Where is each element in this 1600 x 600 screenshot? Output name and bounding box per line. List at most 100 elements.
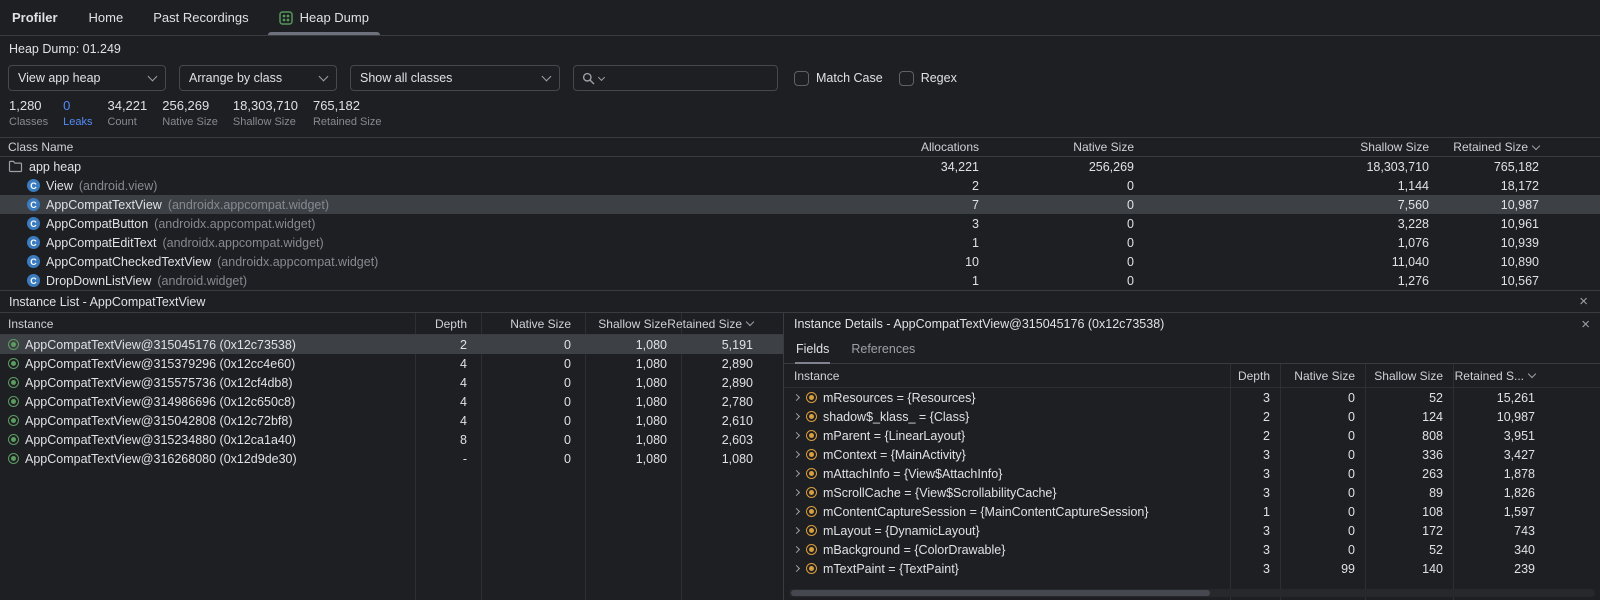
search-input[interactable] <box>608 71 769 85</box>
nav-item-past-recordings[interactable]: Past Recordings <box>138 0 263 35</box>
native-cell: 0 <box>481 433 585 447</box>
nav-item-home[interactable]: Home <box>74 0 139 35</box>
field-row[interactable]: mParent = {LinearLayout}208083,951 <box>784 426 1600 445</box>
field-row[interactable]: mLayout = {DynamicLayout}30172743 <box>784 521 1600 540</box>
field-cell: mScrollCache = {View$ScrollabilityCache} <box>784 486 1230 500</box>
stat-leaks[interactable]: 0Leaks <box>63 98 92 137</box>
instance-list-panel: Instance Depth Native Size Shallow Size … <box>0 313 784 600</box>
retained-cell: 10,939 <box>1435 236 1545 250</box>
field-row[interactable]: mContentCaptureSession = {MainContentCap… <box>784 502 1600 521</box>
shallow-cell: 1,144 <box>1140 179 1435 193</box>
close-icon[interactable]: × <box>1581 317 1590 332</box>
expand-chevron-icon[interactable] <box>793 565 800 572</box>
class-row[interactable]: CView(android.view)201,14418,172 <box>0 176 1600 195</box>
col-shallow-size[interactable]: Shallow Size <box>1365 369 1453 383</box>
class-row[interactable]: CAppCompatCheckedTextView(androidx.appco… <box>0 252 1600 271</box>
native-cell: 0 <box>985 198 1140 212</box>
expand-chevron-icon[interactable] <box>793 432 800 439</box>
top-nav-bar: Profiler Home Past Recordings Heap Dump <box>0 0 1600 36</box>
native-cell: 0 <box>481 338 585 352</box>
col-depth[interactable]: Depth <box>1230 369 1280 383</box>
field-row[interactable]: shadow$_klass_ = {Class}2012410,987 <box>784 407 1600 426</box>
chevron-down-icon <box>542 71 552 81</box>
col-class-name[interactable]: Class Name <box>0 140 885 154</box>
stat-value: 1,280 <box>9 98 48 113</box>
expand-chevron-icon[interactable] <box>793 451 800 458</box>
class-row[interactable]: CAppCompatEditText(androidx.appcompat.wi… <box>0 233 1600 252</box>
col-retained-size[interactable]: Retained Size <box>681 317 767 331</box>
class-row[interactable]: CDropDownListView(android.widget)101,276… <box>0 271 1600 290</box>
class-row[interactable]: CAppCompatButton(androidx.appcompat.widg… <box>0 214 1600 233</box>
heap-toolbar: View app heap Arrange by class Show all … <box>0 61 1600 95</box>
col-allocations[interactable]: Allocations <box>885 140 985 154</box>
class-name: DropDownListView <box>46 274 151 288</box>
expand-chevron-icon[interactable] <box>793 470 800 477</box>
col-native-size[interactable]: Native Size <box>1280 369 1365 383</box>
class-row[interactable]: CAppCompatTextView(androidx.appcompat.wi… <box>0 195 1600 214</box>
instance-label: AppCompatTextView@315379296 (0x12cc4e60) <box>25 357 295 371</box>
col-instance[interactable]: Instance <box>784 369 1230 383</box>
field-row[interactable]: mContext = {MainActivity}303363,427 <box>784 445 1600 464</box>
field-row[interactable]: mAttachInfo = {View$AttachInfo}302631,87… <box>784 464 1600 483</box>
chevron-down-icon <box>598 73 605 80</box>
native-cell: 0 <box>481 452 585 466</box>
heap-view-dropdown[interactable]: View app heap <box>8 65 166 91</box>
details-tab-fields[interactable]: Fields <box>795 337 830 363</box>
regex-checkbox[interactable]: Regex <box>899 71 957 86</box>
checkbox-icon <box>794 71 809 86</box>
tab-heap-dump[interactable]: Heap Dump <box>264 0 384 35</box>
field-cell: shadow$_klass_ = {Class} <box>784 410 1230 424</box>
retained-cell: 2,610 <box>681 414 767 428</box>
class-icon: C <box>27 274 40 287</box>
native-cell: 0 <box>1280 410 1365 424</box>
col-shallow-size[interactable]: Shallow Size <box>1140 140 1435 154</box>
field-row[interactable]: mTextPaint = {TextPaint}399140239 <box>784 559 1600 578</box>
expand-chevron-icon[interactable] <box>793 413 800 420</box>
horizontal-scrollbar[interactable] <box>789 589 1595 597</box>
field-row[interactable]: mScrollCache = {View$ScrollabilityCache}… <box>784 483 1600 502</box>
depth-cell: 3 <box>1230 391 1280 405</box>
close-icon[interactable]: × <box>1579 294 1588 309</box>
scrollbar-thumb[interactable] <box>791 590 1210 596</box>
instance-row[interactable]: AppCompatTextView@315575736 (0x12cf4db8)… <box>0 373 783 392</box>
col-depth[interactable]: Depth <box>415 317 481 331</box>
arrange-by-dropdown[interactable]: Arrange by class <box>179 65 337 91</box>
class-name: app heap <box>29 160 81 174</box>
details-tab-references[interactable]: References <box>850 337 916 363</box>
field-label: mLayout = {DynamicLayout} <box>823 524 980 538</box>
instance-icon <box>8 434 19 445</box>
expand-chevron-icon[interactable] <box>793 546 800 553</box>
instance-row[interactable]: AppCompatTextView@315379296 (0x12cc4e60)… <box>0 354 783 373</box>
col-instance[interactable]: Instance <box>0 317 415 331</box>
chevron-down-icon <box>319 71 329 81</box>
instance-row[interactable]: AppCompatTextView@315045176 (0x12c73538)… <box>0 335 783 354</box>
expand-chevron-icon[interactable] <box>793 394 800 401</box>
col-retained-size[interactable]: Retained Size <box>1435 140 1545 154</box>
class-name: AppCompatButton <box>46 217 148 231</box>
search-box[interactable] <box>573 65 778 91</box>
chevron-down-icon <box>148 71 158 81</box>
field-row[interactable]: mBackground = {ColorDrawable}3052340 <box>784 540 1600 559</box>
instance-cell: AppCompatTextView@315379296 (0x12cc4e60) <box>0 357 415 371</box>
instance-row[interactable]: AppCompatTextView@314986696 (0x12c650c8)… <box>0 392 783 411</box>
instance-row[interactable]: AppCompatTextView@315234880 (0x12ca1a40)… <box>0 430 783 449</box>
field-row[interactable]: mResources = {Resources}305215,261 <box>784 388 1600 407</box>
class-name: AppCompatTextView <box>46 198 162 212</box>
col-native-size[interactable]: Native Size <box>985 140 1140 154</box>
stat-classes: 1,280Classes <box>9 98 48 137</box>
expand-chevron-icon[interactable] <box>793 489 800 496</box>
instance-icon <box>8 396 19 407</box>
expand-chevron-icon[interactable] <box>793 527 800 534</box>
col-native-size[interactable]: Native Size <box>481 317 585 331</box>
col-retained-size[interactable]: Retained S... <box>1453 369 1545 383</box>
instance-row[interactable]: AppCompatTextView@316268080 (0x12d9de30)… <box>0 449 783 468</box>
instance-row[interactable]: AppCompatTextView@315042808 (0x12c72bf8)… <box>0 411 783 430</box>
stat-retained-size: 765,182Retained Size <box>313 98 382 137</box>
retained-cell: 18,172 <box>1435 179 1545 193</box>
depth-cell: 2 <box>1230 410 1280 424</box>
class-row[interactable]: app heap34,221256,26918,303,710765,182 <box>0 157 1600 176</box>
class-filter-dropdown[interactable]: Show all classes <box>350 65 560 91</box>
expand-chevron-icon[interactable] <box>793 508 800 515</box>
match-case-checkbox[interactable]: Match Case <box>794 71 883 86</box>
native-cell: 0 <box>985 236 1140 250</box>
